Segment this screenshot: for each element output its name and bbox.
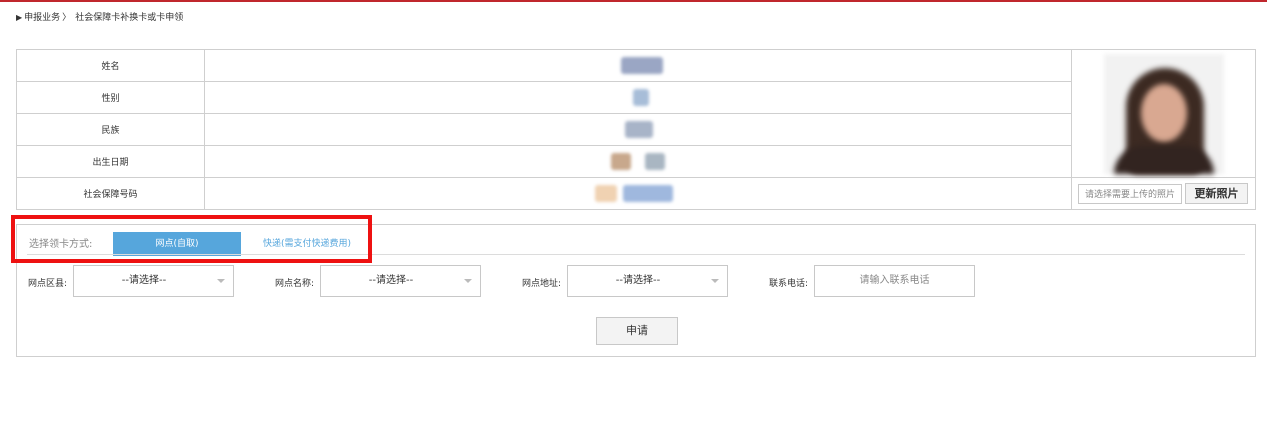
name-value-redacted (204, 49, 1072, 82)
update-photo-button[interactable]: 更新照片 (1185, 183, 1248, 204)
personal-info-table: 姓名 性别 民族 出生日期 社会保障号码 请选择需要上传的照片 更新照片 (16, 49, 1256, 210)
table-row: 民族 (16, 113, 1256, 146)
breadcrumb-current: 社会保障卡补换卡或卡申领 (75, 13, 184, 23)
table-row: 性别 (16, 81, 1256, 114)
district-select-value: --请选择-- (121, 275, 167, 286)
redacted-value (611, 153, 631, 170)
breadcrumb: ▶ 申报业务〉社会保障卡补换卡或卡申领 (16, 12, 183, 24)
photo-upload-cell: 请选择需要上传的照片 更新照片 (1071, 177, 1256, 210)
photo-cell (1071, 49, 1256, 178)
photo-file-input[interactable]: 请选择需要上传的照片 (1078, 183, 1182, 204)
ethnicity-value-redacted (204, 113, 1072, 146)
avatar (1103, 53, 1224, 174)
social-security-number-label: 社会保障号码 (16, 177, 205, 210)
chevron-down-icon (464, 279, 472, 283)
outlet-address-select-value: --请选择-- (615, 275, 661, 286)
breadcrumb-section[interactable]: 申报业务 (24, 13, 60, 23)
redacted-value (645, 153, 665, 170)
triangle-right-icon: ▶ (16, 13, 23, 22)
outlet-name-select[interactable]: --请选择-- (320, 265, 481, 297)
table-row: 姓名 (16, 49, 1256, 178)
gender-value-redacted (204, 81, 1072, 114)
outlet-name-label: 网点名称: (275, 279, 315, 289)
social-security-number-value-redacted (204, 177, 1072, 210)
apply-button[interactable]: 申请 (596, 317, 678, 345)
redacted-value (625, 121, 653, 138)
redacted-value (621, 57, 663, 74)
top-accent-line (0, 0, 1267, 2)
breadcrumb-separator: 〉 (62, 13, 72, 23)
phone-input[interactable]: 请输入联系电话 (814, 265, 975, 297)
table-row: 出生日期 (16, 145, 1256, 178)
chevron-down-icon (711, 279, 719, 283)
ethnicity-label: 民族 (16, 113, 205, 146)
birth-date-label: 出生日期 (16, 145, 205, 178)
redacted-value (633, 89, 649, 106)
gender-label: 性别 (16, 81, 205, 114)
outlet-address-select[interactable]: --请选择-- (567, 265, 728, 297)
highlight-box (11, 215, 372, 263)
table-row: 社会保障号码 请选择需要上传的照片 更新照片 (16, 177, 1256, 210)
redacted-value (595, 185, 617, 202)
birth-date-value-redacted (204, 145, 1072, 178)
phone-label: 联系电话: (769, 279, 809, 289)
chevron-down-icon (217, 279, 225, 283)
outlet-name-select-value: --请选择-- (368, 275, 414, 286)
name-label: 姓名 (16, 49, 205, 82)
district-select[interactable]: --请选择-- (73, 265, 234, 297)
redacted-value (623, 185, 673, 202)
district-label: 网点区县: (28, 279, 68, 289)
outlet-address-label: 网点地址: (522, 279, 562, 289)
